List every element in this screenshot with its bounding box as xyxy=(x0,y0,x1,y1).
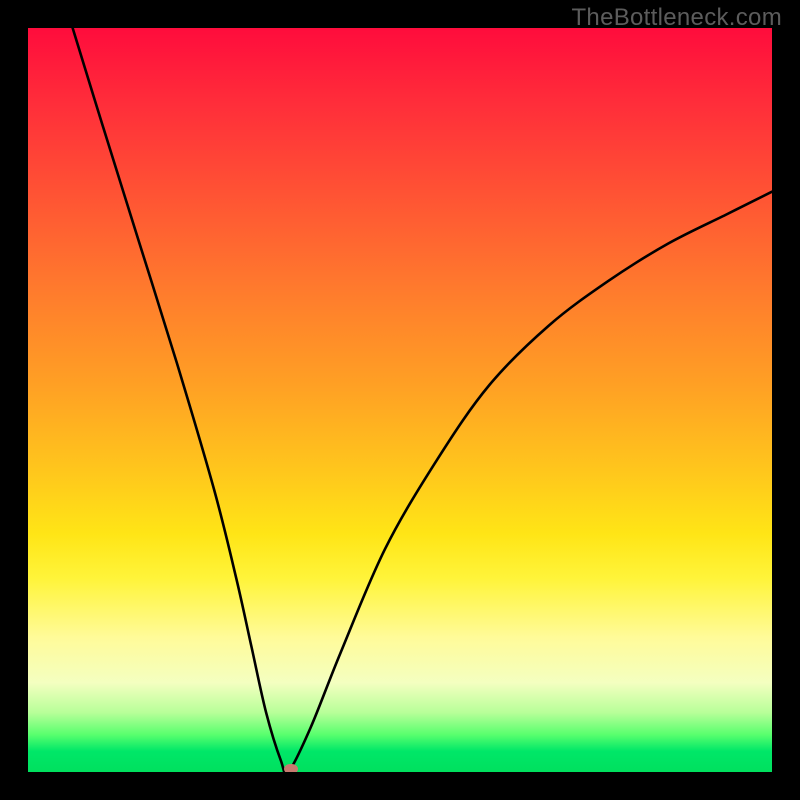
optimum-marker xyxy=(284,764,298,772)
plot-area xyxy=(28,28,772,772)
chart-frame: TheBottleneck.com xyxy=(0,0,800,800)
bottleneck-curve xyxy=(28,28,772,772)
watermark-text: TheBottleneck.com xyxy=(571,4,782,32)
